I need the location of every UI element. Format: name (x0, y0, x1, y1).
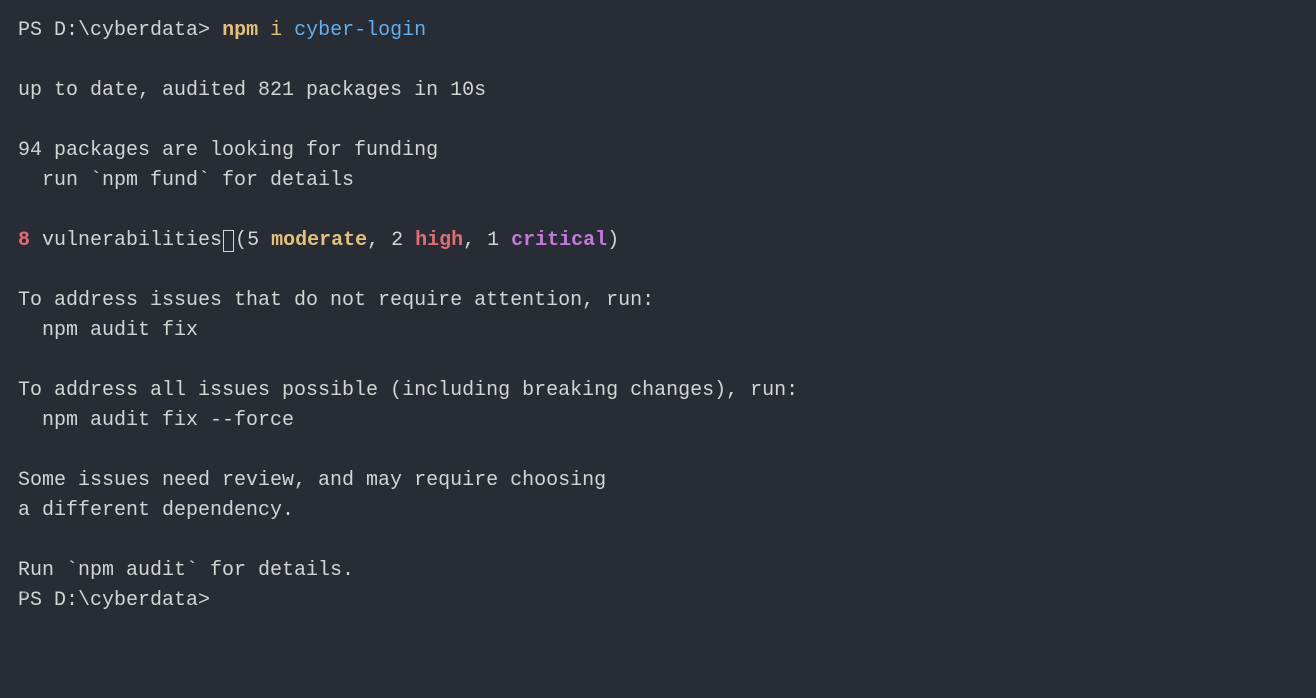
vuln-label: vulnerabilities (30, 229, 222, 252)
prompt-path: D:\cyberdata> (54, 589, 210, 612)
audit-details-line: Run `npm audit` for details. (18, 556, 1298, 586)
funding-line-1: 94 packages are looking for funding (18, 136, 1298, 166)
command-argument: cyber-login (282, 19, 426, 42)
vulnerabilities-line: 8 vulnerabilities(5 moderate, 2 high, 1 … (18, 226, 1298, 256)
blank-line (18, 436, 1298, 466)
gutter-prompt-icon: ○ (20, 586, 28, 607)
review-line-1: Some issues need review, and may require… (18, 466, 1298, 496)
review-line-2: a different dependency. (18, 496, 1298, 526)
command-keyword: npm (222, 19, 258, 42)
command-subcommand: i (258, 19, 282, 42)
missing-glyph-icon (223, 230, 234, 252)
blank-line (18, 346, 1298, 376)
terminal-output[interactable]: PS D:\cyberdata> npm i cyber-login up to… (18, 16, 1298, 616)
address-line-2: npm audit fix (18, 316, 1298, 346)
funding-line-2: run `npm fund` for details (18, 166, 1298, 196)
address-line-1: To address issues that do not require at… (18, 286, 1298, 316)
blank-line (18, 46, 1298, 76)
blank-line (18, 196, 1298, 226)
prompt-shell: PS (18, 19, 54, 42)
blank-line (18, 526, 1298, 556)
address-line-4: npm audit fix --force (18, 406, 1298, 436)
command-line-2[interactable]: PS D:\cyberdata> (18, 586, 1298, 616)
severity-high: high (415, 229, 463, 252)
severity-critical: critical (511, 229, 607, 252)
audit-summary-line: up to date, audited 821 packages in 10s (18, 76, 1298, 106)
blank-line (18, 256, 1298, 286)
severity-moderate: moderate (271, 229, 367, 252)
command-line-1: PS D:\cyberdata> npm i cyber-login (18, 16, 1298, 46)
vuln-count: 8 (18, 229, 30, 252)
prompt-path: D:\cyberdata> (54, 19, 210, 42)
address-line-3: To address all issues possible (includin… (18, 376, 1298, 406)
blank-line (18, 106, 1298, 136)
